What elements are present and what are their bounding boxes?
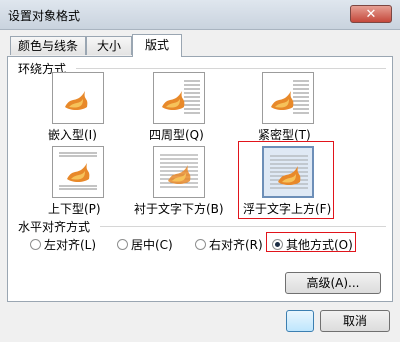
wrap-behind-text-icon[interactable] bbox=[153, 146, 205, 198]
close-button[interactable]: ✕ bbox=[350, 5, 392, 23]
wrap-tight-thumbnail bbox=[271, 80, 309, 114]
wrap-behind-text-label: 衬于文字下方(B) bbox=[134, 202, 224, 216]
tab-size[interactable]: 大小 bbox=[86, 36, 132, 55]
wrap-top-bottom-icon[interactable] bbox=[52, 146, 104, 198]
align-left-radio[interactable]: 左对齐(L) bbox=[30, 236, 96, 253]
wrap-in-front-of-text-thumbnail bbox=[270, 155, 308, 189]
wrap-inline-thumbnail bbox=[65, 91, 88, 110]
align-right-radio[interactable]: 右对齐(R) bbox=[195, 236, 263, 253]
wrap-in-front-of-text-label: 浮于文字上方(F) bbox=[243, 202, 332, 216]
wrap-inline-icon[interactable] bbox=[52, 72, 104, 124]
alignment-divider bbox=[100, 226, 386, 227]
dialog-title: 设置对象格式 bbox=[8, 9, 81, 23]
radio-circle bbox=[117, 239, 128, 250]
radio-circle bbox=[30, 239, 41, 250]
title-bar: 设置对象格式 ✕ bbox=[0, 0, 400, 30]
flame-picture bbox=[65, 91, 88, 110]
tab-layout[interactable]: 版式 bbox=[132, 34, 182, 57]
wrap-top-bottom-label: 上下型(P) bbox=[48, 202, 101, 216]
wrapping-divider bbox=[76, 68, 386, 69]
alignment-section-label: 水平对齐方式 bbox=[18, 218, 91, 235]
align-other-radio[interactable]: 其他方式(O) bbox=[272, 236, 353, 253]
radio-circle-checked bbox=[272, 239, 283, 250]
wrap-behind-text-thumbnail bbox=[160, 154, 198, 188]
flame-picture bbox=[67, 163, 90, 182]
layout-panel: 环绕方式 嵌入型(I) 四周型(Q) 紧密型(T) 上下型(P) 衬于文字下方(… bbox=[7, 56, 393, 302]
cancel-button[interactable]: 取消 bbox=[320, 310, 390, 332]
wrap-in-front-of-text-icon[interactable] bbox=[262, 146, 314, 198]
wrap-square-thumbnail bbox=[162, 80, 200, 114]
wrap-square-label: 四周型(Q) bbox=[149, 128, 204, 142]
wrap-top-bottom-thumbnail bbox=[59, 152, 97, 190]
advanced-button[interactable]: 高级(A)... bbox=[285, 272, 381, 294]
wrap-square-icon[interactable] bbox=[153, 72, 205, 124]
align-center-radio[interactable]: 居中(C) bbox=[117, 236, 173, 253]
flame-picture bbox=[271, 91, 294, 110]
tab-colors-lines[interactable]: 颜色与线条 bbox=[10, 36, 86, 55]
flame-picture bbox=[162, 91, 185, 110]
wrap-tight-icon[interactable] bbox=[262, 72, 314, 124]
wrap-inline-label: 嵌入型(I) bbox=[48, 128, 97, 142]
radio-circle bbox=[195, 239, 206, 250]
close-icon: ✕ bbox=[365, 7, 377, 22]
ok-button[interactable] bbox=[286, 310, 314, 332]
